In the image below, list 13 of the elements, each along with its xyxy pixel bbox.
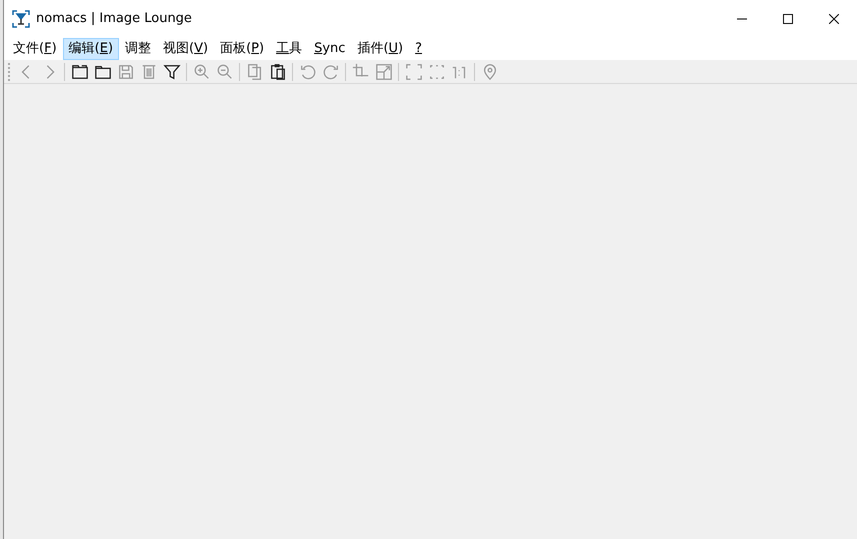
menu-item[interactable]: 面板(P) bbox=[214, 38, 270, 60]
menu-item[interactable]: Sync bbox=[308, 38, 352, 60]
menu-item[interactable]: 视图(V) bbox=[157, 38, 214, 60]
menu-item[interactable]: 插件(U) bbox=[351, 38, 410, 60]
app-logo-icon bbox=[12, 10, 30, 28]
menu-item[interactable]: 文件(F) bbox=[7, 38, 63, 60]
maximize-icon[interactable] bbox=[783, 14, 793, 24]
menu-item[interactable]: ? bbox=[409, 38, 428, 60]
menu-item[interactable]: 编辑(E) bbox=[62, 38, 120, 60]
close-icon[interactable] bbox=[829, 14, 839, 24]
menu-item[interactable]: 调整 bbox=[119, 38, 158, 60]
window-title: nomacs | Image Lounge bbox=[36, 10, 193, 28]
menu-item[interactable]: 工具 bbox=[270, 38, 308, 60]
